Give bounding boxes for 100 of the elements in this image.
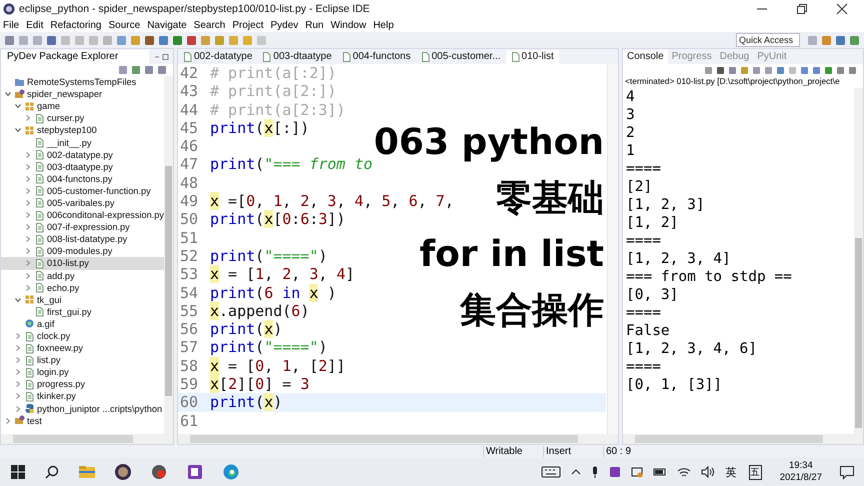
- tree-item[interactable]: game: [1, 100, 164, 112]
- tree-item[interactable]: 005-varibales.py: [1, 196, 164, 210]
- toolbar-icon[interactable]: [46, 34, 57, 46]
- notebook-icon[interactable]: [186, 463, 204, 481]
- record-icon[interactable]: [150, 463, 168, 481]
- scrollbar[interactable]: [164, 76, 173, 434]
- tree-item[interactable]: first_gui.py: [1, 306, 164, 318]
- tree-item[interactable]: 005-customer-function.py: [1, 184, 164, 197]
- tree-item[interactable]: stepbystep100: [1, 124, 164, 136]
- keyboard-icon[interactable]: [540, 465, 561, 479]
- tree-item[interactable]: 010-list.py: [1, 257, 164, 270]
- tree-item[interactable]: 002-datatype.py: [1, 148, 164, 161]
- tree-item[interactable]: 003-dtaatype.py: [1, 160, 164, 173]
- menu-item[interactable]: Project: [232, 20, 264, 30]
- perspective-icon[interactable]: [807, 34, 818, 46]
- wifi-icon[interactable]: [676, 466, 691, 478]
- input-method-indicator[interactable]: 英: [726, 464, 737, 480]
- console-output-line: 3: [626, 106, 636, 124]
- toolbar-icon[interactable]: [158, 34, 169, 46]
- view-tab[interactable]: Console: [623, 50, 668, 64]
- perspective-icon[interactable]: [835, 34, 846, 46]
- tree-item[interactable]: add.py: [1, 270, 164, 282]
- menu-item[interactable]: Refactoring: [50, 20, 102, 30]
- toolbar-icon[interactable]: [172, 34, 183, 46]
- tree-item[interactable]: tk_gui: [1, 294, 164, 306]
- speaker-icon[interactable]: [700, 466, 715, 478]
- tree-item[interactable]: curser.py: [1, 112, 164, 124]
- battery-icon[interactable]: [652, 467, 667, 477]
- view-tab[interactable]: PyDev Package Explorer: [1, 50, 149, 64]
- scrollbar[interactable]: [854, 88, 863, 434]
- quick-access-field[interactable]: Quick Access: [736, 33, 800, 47]
- menu-item[interactable]: Search: [194, 20, 226, 30]
- toolbar-icon[interactable]: [4, 34, 15, 46]
- notification-icon[interactable]: [839, 464, 855, 480]
- menu-item[interactable]: Help: [373, 20, 394, 30]
- scrollbar-thumb[interactable]: [190, 435, 578, 443]
- folder-icon: [14, 76, 25, 88]
- tree-item[interactable]: progress.py: [1, 378, 164, 390]
- close-icon[interactable]: [836, 3, 848, 15]
- microphone-icon[interactable]: [590, 466, 599, 478]
- notebook-icon[interactable]: [608, 466, 621, 478]
- toolbar-icon[interactable]: [116, 34, 127, 46]
- line-number: 43: [179, 82, 200, 101]
- search-icon[interactable]: [44, 464, 60, 480]
- scrollbar[interactable]: [623, 434, 863, 444]
- scrollbar-thumb[interactable]: [855, 238, 862, 428]
- restore-icon[interactable]: [796, 3, 808, 15]
- tree-item[interactable]: login.py: [1, 366, 164, 378]
- tree-item[interactable]: echo.py: [1, 282, 164, 294]
- tree-item[interactable]: 004-functons.py: [1, 172, 164, 185]
- app-tray-icon[interactable]: [630, 466, 643, 478]
- menu-item[interactable]: File: [3, 20, 20, 30]
- tree-item[interactable]: 008-list-datatype.py: [1, 233, 164, 246]
- tree-item[interactable]: a.gif: [1, 318, 164, 330]
- tree-item[interactable]: RemoteSystemsTempFiles: [1, 76, 164, 88]
- tree-item[interactable]: test: [1, 414, 164, 427]
- editor-tab[interactable]: 005-customer...: [416, 50, 506, 64]
- minimize-view-icon[interactable]: [153, 53, 169, 61]
- file-icon: [34, 246, 45, 257]
- tree-item[interactable]: 006conditonal-expression.py: [1, 209, 164, 222]
- menu-item[interactable]: Navigate: [147, 20, 187, 30]
- editor-tab[interactable]: 002-datatype: [178, 50, 258, 64]
- eclipse-icon[interactable]: [114, 463, 132, 481]
- perspective-icon[interactable]: [849, 34, 860, 46]
- windows-start-icon[interactable]: [10, 464, 26, 480]
- tree-item[interactable]: clock.py: [1, 330, 164, 342]
- menu-item[interactable]: Run: [305, 20, 324, 30]
- toolbar-icon[interactable]: [186, 34, 197, 46]
- line-number: 44: [179, 100, 200, 119]
- clock-time[interactable]: 19:34: [788, 460, 813, 472]
- tree-item[interactable]: 009-modules.py: [1, 245, 164, 258]
- browser-icon[interactable]: [222, 463, 240, 481]
- menu-item[interactable]: Edit: [26, 20, 44, 30]
- scrollbar-thumb[interactable]: [165, 166, 172, 396]
- tree-item[interactable]: list.py: [1, 354, 164, 366]
- toolbar-icon[interactable]: [144, 34, 155, 46]
- chevron-up-icon[interactable]: [570, 467, 581, 477]
- scrollbar[interactable]: [178, 434, 618, 444]
- tree-item[interactable]: spider_newspaper: [1, 88, 164, 100]
- scrollbar[interactable]: [1, 434, 173, 444]
- input-mode-indicator[interactable]: 五: [748, 464, 762, 480]
- toolbar-icon[interactable]: [214, 34, 225, 46]
- scrollbar-thumb[interactable]: [635, 435, 823, 443]
- tree-item[interactable]: python_juniptor ...cripts\python: [1, 402, 164, 415]
- toolbar-icon[interactable]: [200, 34, 211, 46]
- editor-tab[interactable]: 010-list: [506, 50, 559, 64]
- editor-tab[interactable]: 004-functons: [336, 50, 416, 64]
- code-text: print(x): [209, 393, 282, 412]
- perspective-icon[interactable]: [821, 34, 832, 46]
- clock-date[interactable]: 2021/8/27: [780, 472, 822, 484]
- tree-item[interactable]: 007-if-expression.py: [1, 221, 164, 234]
- tree-item[interactable]: tkinker.py: [1, 390, 164, 403]
- menu-item[interactable]: Window: [330, 20, 366, 30]
- scrollbar-thumb[interactable]: [13, 435, 133, 443]
- menu-item[interactable]: Pydev: [270, 20, 298, 30]
- editor-tab[interactable]: 003-dtaatype: [257, 50, 337, 64]
- tree-item[interactable]: foxneew.py: [1, 342, 164, 354]
- tree-item[interactable]: __init__.py: [1, 136, 164, 149]
- menu-item[interactable]: Source: [108, 20, 140, 30]
- folder-icon[interactable]: [78, 464, 96, 480]
